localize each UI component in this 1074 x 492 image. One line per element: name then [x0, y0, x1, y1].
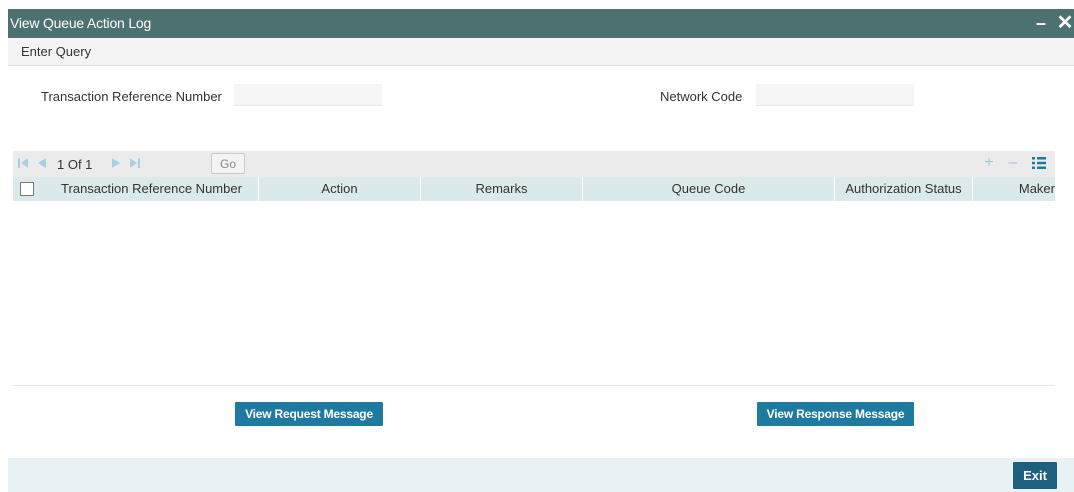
column-settings-icon[interactable] — [1031, 155, 1047, 171]
page-indicator: 1 Of 1 — [57, 157, 93, 172]
enter-query-menu-item[interactable]: Enter Query — [21, 44, 91, 59]
grid-body — [13, 201, 1055, 386]
close-icon[interactable]: ✕ — [1054, 12, 1074, 34]
add-row-icon[interactable]: + — [981, 155, 997, 171]
grid-toolbar: 1 Of 1 Go + – — [13, 151, 1055, 177]
delete-row-icon[interactable]: – — [1005, 155, 1021, 171]
network-code-input[interactable] — [756, 84, 914, 106]
column-header-maker[interactable]: Maker — [973, 177, 1055, 201]
view-request-message-button[interactable]: View Request Message — [235, 402, 383, 426]
minimize-icon[interactable]: – — [1030, 12, 1052, 34]
column-header-remarks[interactable]: Remarks — [421, 177, 583, 201]
view-response-message-button[interactable]: View Response Message — [757, 402, 914, 426]
select-all-checkbox[interactable] — [20, 182, 34, 196]
page-number-input[interactable] — [162, 153, 206, 174]
next-page-icon[interactable] — [110, 157, 122, 169]
network-code-label: Network Code — [660, 89, 743, 104]
view-queue-action-log-window: View Queue Action Log – ✕ Enter Query Tr… — [8, 9, 1074, 492]
previous-page-icon[interactable] — [36, 157, 48, 169]
title-bar: View Queue Action Log – ✕ — [8, 9, 1074, 38]
footer-bar: Exit — [8, 458, 1074, 492]
menu-bar: Enter Query — [8, 38, 1074, 66]
first-page-icon[interactable] — [17, 157, 29, 169]
transaction-reference-input[interactable] — [234, 84, 382, 106]
column-header-authorization-status[interactable]: Authorization Status — [835, 177, 973, 201]
grid-header: Transaction Reference Number Action Rema… — [13, 177, 1055, 201]
exit-button[interactable]: Exit — [1013, 462, 1057, 489]
go-button[interactable]: Go — [211, 153, 245, 174]
column-header-action[interactable]: Action — [259, 177, 421, 201]
window-title: View Queue Action Log — [10, 15, 152, 31]
transaction-reference-label: Transaction Reference Number — [41, 89, 222, 104]
column-header-transaction-reference[interactable]: Transaction Reference Number — [45, 177, 259, 201]
column-header-queue-code[interactable]: Queue Code — [583, 177, 835, 201]
last-page-icon[interactable] — [129, 157, 141, 169]
